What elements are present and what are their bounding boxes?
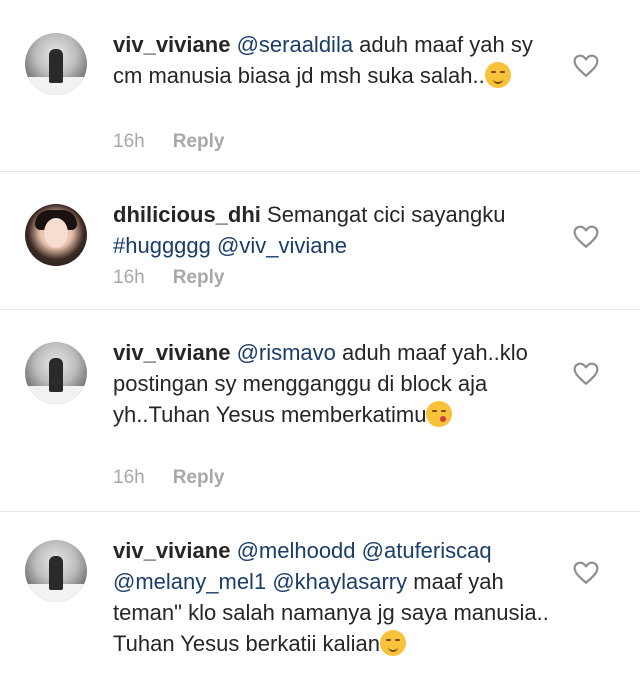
- comment-time: 16h: [113, 267, 145, 288]
- comment-time: 16h: [113, 131, 145, 152]
- avatar[interactable]: [25, 33, 87, 95]
- comment-text: viv_viviane @melhoodd @atuferiscaq @mela…: [113, 535, 553, 659]
- comment-mention[interactable]: @melhoodd: [237, 538, 356, 563]
- comment-mention[interactable]: @rismavo: [237, 340, 336, 365]
- comment-username[interactable]: viv_viviane: [113, 32, 230, 57]
- comment-mention[interactable]: @viv_viviane: [217, 233, 347, 258]
- heart-outline-icon[interactable]: [573, 362, 599, 386]
- reply-button[interactable]: Reply: [173, 131, 225, 152]
- comment-mention[interactable]: @seraaldila: [237, 32, 354, 57]
- avatar[interactable]: [25, 540, 87, 602]
- kissing-face-icon: [426, 401, 453, 427]
- comment-username[interactable]: viv_viviane: [113, 538, 230, 563]
- heart-outline-icon[interactable]: [573, 54, 599, 78]
- avatar[interactable]: [25, 342, 87, 404]
- heart-outline-icon[interactable]: [573, 561, 599, 585]
- comment-item: viv_viviane @melhoodd @atuferiscaq @mela…: [0, 512, 640, 687]
- comment-mention[interactable]: @melany_mel1: [113, 569, 266, 594]
- comment-text: viv_viviane @seraaldila aduh maaf yah sy…: [113, 29, 553, 91]
- comment-body: Semangat cici sayangku: [260, 202, 506, 227]
- comment-mention[interactable]: @atuferiscaq: [362, 538, 492, 563]
- comment-meta: 16h Reply: [113, 467, 224, 489]
- comment-hashtag[interactable]: #huggggg: [113, 233, 211, 258]
- comment-item: dhilicious_dhi Semangat cici sayangku #h…: [0, 172, 640, 310]
- comment-username[interactable]: viv_viviane: [113, 340, 230, 365]
- comment-mention[interactable]: @khaylasarry: [272, 569, 407, 594]
- smiling-face-icon: [380, 630, 407, 656]
- comment-text: viv_viviane @rismavo aduh maaf yah..klo …: [113, 337, 553, 430]
- avatar[interactable]: [25, 204, 87, 266]
- comment-meta: 16h Reply: [113, 131, 224, 153]
- reply-button[interactable]: Reply: [173, 267, 225, 288]
- comment-time: 16h: [113, 467, 145, 488]
- smiling-face-icon: [484, 62, 511, 88]
- comment-text: dhilicious_dhi Semangat cici sayangku #h…: [113, 199, 553, 261]
- comment-item: viv_viviane @rismavo aduh maaf yah..klo …: [0, 310, 640, 512]
- reply-button[interactable]: Reply: [173, 467, 225, 488]
- comment-username[interactable]: dhilicious_dhi: [113, 202, 261, 227]
- heart-outline-icon[interactable]: [573, 225, 599, 249]
- comment-meta: 16h Reply: [113, 267, 224, 289]
- comment-item: viv_viviane @seraaldila aduh maaf yah sy…: [0, 0, 640, 172]
